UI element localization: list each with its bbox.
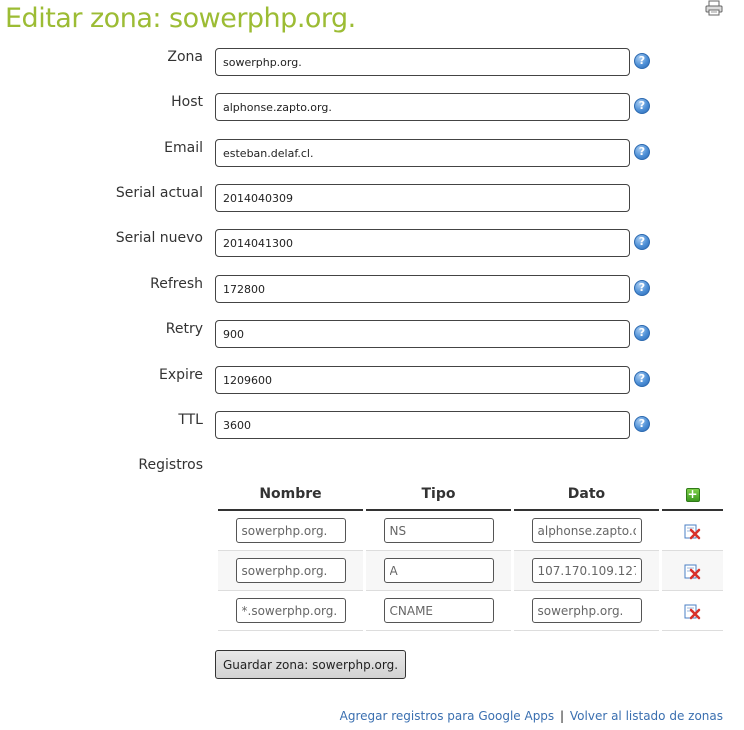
- help-icon[interactable]: ?: [634, 98, 650, 114]
- help-icon[interactable]: ?: [634, 53, 650, 69]
- field-row-serial-nuevo: Serial nuevo ?: [0, 229, 744, 259]
- table-row: [218, 551, 723, 591]
- dato-input[interactable]: [531, 598, 642, 623]
- nombre-cell: [218, 551, 363, 591]
- field-label: TTL: [178, 412, 203, 428]
- serial-actual-input[interactable]: [215, 184, 630, 212]
- field-row-retry: Retry ?: [0, 320, 744, 350]
- field-row-email: Email ?: [0, 139, 744, 169]
- records-table: Nombre Tipo Dato +: [215, 478, 726, 631]
- dato-input[interactable]: [531, 558, 642, 583]
- add-icon[interactable]: +: [685, 487, 700, 502]
- retry-input[interactable]: [215, 320, 630, 348]
- host-input[interactable]: [215, 93, 630, 121]
- print-icon[interactable]: [705, 0, 723, 16]
- expire-input[interactable]: [215, 366, 630, 394]
- column-header-tipo: Tipo: [366, 478, 511, 511]
- field-label: Refresh: [150, 276, 203, 292]
- field-row-ttl: TTL ?: [0, 411, 744, 441]
- nombre-input[interactable]: [235, 558, 346, 583]
- field-label: Retry: [165, 321, 203, 337]
- google-apps-link[interactable]: Agregar registros para Google Apps: [340, 709, 555, 723]
- help-icon[interactable]: ?: [634, 371, 650, 387]
- nombre-input[interactable]: [235, 518, 346, 543]
- help-icon[interactable]: ?: [634, 234, 650, 250]
- tipo-input[interactable]: [383, 598, 494, 623]
- help-icon[interactable]: ?: [634, 325, 650, 341]
- delete-cell: [662, 591, 723, 631]
- ttl-input[interactable]: [215, 411, 630, 439]
- delete-icon[interactable]: [684, 603, 701, 620]
- nombre-cell: [218, 591, 363, 631]
- dato-cell: [514, 551, 659, 591]
- dato-cell: [514, 591, 659, 631]
- field-label: Expire: [159, 367, 203, 383]
- help-icon[interactable]: ?: [634, 416, 650, 432]
- field-row-expire: Expire ?: [0, 366, 744, 396]
- save-zone-button[interactable]: Guardar zona: sowerphp.org.: [215, 650, 407, 679]
- tipo-input[interactable]: [383, 518, 494, 543]
- field-label: Email: [164, 140, 203, 156]
- zona-input[interactable]: [215, 48, 630, 76]
- nombre-cell: [218, 511, 363, 551]
- field-row-zona: Zona ?: [0, 48, 744, 78]
- field-label: Serial actual: [115, 185, 203, 201]
- help-icon[interactable]: ?: [634, 144, 650, 160]
- field-row-serial-actual: Serial actual: [0, 184, 744, 214]
- registros-label: Registros: [138, 457, 203, 473]
- delete-cell: [662, 511, 723, 551]
- field-row-host: Host ?: [0, 93, 744, 123]
- dato-cell: [514, 511, 659, 551]
- table-row: [218, 511, 723, 551]
- column-header-nombre: Nombre: [218, 478, 363, 511]
- delete-icon[interactable]: [684, 563, 701, 580]
- table-header-row: Nombre Tipo Dato +: [218, 478, 723, 511]
- email-input[interactable]: [215, 139, 630, 167]
- back-to-zones-link[interactable]: Volver al listado de zonas: [570, 709, 723, 723]
- delete-icon[interactable]: [684, 523, 701, 540]
- tipo-cell: [366, 511, 511, 551]
- field-label: Host: [171, 94, 203, 110]
- tipo-input[interactable]: [383, 558, 494, 583]
- field-label: Serial nuevo: [115, 230, 203, 246]
- link-separator: |: [560, 709, 565, 723]
- tipo-cell: [366, 591, 511, 631]
- field-label: Zona: [167, 49, 203, 65]
- serial-nuevo-input[interactable]: [215, 229, 630, 257]
- dato-input[interactable]: [531, 518, 642, 543]
- help-icon[interactable]: ?: [634, 280, 650, 296]
- delete-cell: [662, 551, 723, 591]
- refresh-input[interactable]: [215, 275, 630, 303]
- tipo-cell: [366, 551, 511, 591]
- field-row-refresh: Refresh ?: [0, 275, 744, 305]
- add-column-header: +: [662, 478, 723, 511]
- nombre-input[interactable]: [235, 598, 346, 623]
- column-header-dato: Dato: [514, 478, 659, 511]
- page-title: Editar zona: sowerphp.org.: [5, 3, 356, 34]
- footer-links: Agregar registros para Google Apps | Vol…: [340, 709, 723, 723]
- table-row: [218, 591, 723, 631]
